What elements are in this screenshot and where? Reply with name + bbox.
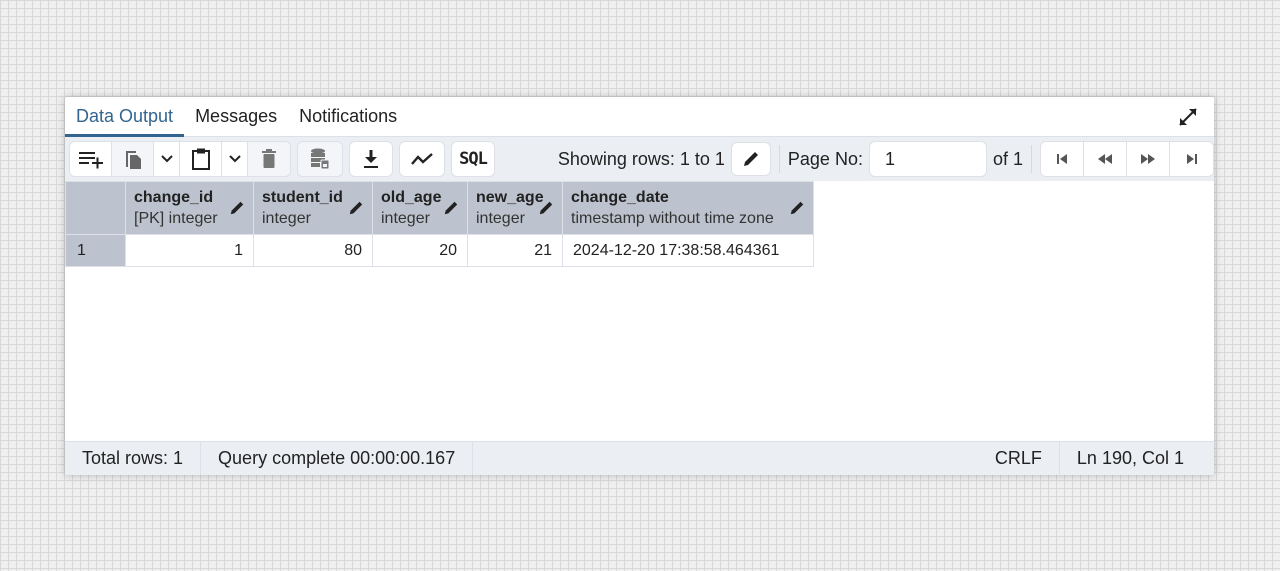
pencil-icon[interactable] — [538, 200, 554, 216]
showing-rows-text: Showing rows: 1 to 1 — [557, 148, 725, 169]
query-results-panel: Data Output Messages Notifications SQL S… — [65, 97, 1214, 475]
copy-icon — [125, 151, 141, 169]
graph-button-group — [399, 141, 445, 177]
trash-icon — [262, 149, 276, 168]
last-page-button[interactable] — [1170, 142, 1213, 176]
previous-page-button[interactable] — [1084, 142, 1127, 176]
first-page-icon — [1057, 154, 1067, 164]
results-tab-bar: Data Output Messages Notifications — [65, 97, 1214, 137]
column-header-change-id[interactable]: change_id [PK] integer — [125, 181, 254, 235]
tab-data-output[interactable]: Data Output — [65, 97, 185, 137]
pencil-icon[interactable] — [443, 200, 459, 216]
data-grid: change_id [PK] integer student_id intege… — [65, 181, 814, 267]
results-table: change_id [PK] integer student_id intege… — [65, 181, 814, 267]
chevron-down-icon — [160, 155, 173, 163]
expand-icon — [1179, 108, 1197, 126]
line-ending-status: CRLF — [978, 442, 1060, 475]
edit-rows-button[interactable] — [730, 142, 771, 176]
download-button-group — [349, 141, 393, 177]
sql-button[interactable]: SQL — [452, 142, 494, 176]
pencil-icon[interactable] — [229, 200, 245, 216]
next-page-button[interactable] — [1127, 142, 1170, 176]
chevron-down-icon — [228, 155, 241, 163]
download-button[interactable] — [350, 142, 392, 176]
column-header-new-age[interactable]: new_age integer — [467, 181, 563, 235]
column-name: change_date — [571, 188, 669, 206]
paste-options-button[interactable] — [222, 142, 248, 176]
cell-new-age[interactable]: 21 — [467, 234, 563, 267]
add-row-button[interactable] — [70, 142, 112, 176]
cell-change-id[interactable]: 1 — [125, 234, 254, 267]
toolbar-divider — [778, 145, 780, 173]
row-number-header[interactable] — [65, 181, 126, 235]
cursor-position-status: Ln 190, Col 1 — [1076, 448, 1184, 468]
column-header-old-age[interactable]: old_age integer — [372, 181, 468, 235]
line-chart-icon — [411, 153, 433, 165]
add-row-icon — [78, 152, 103, 169]
delete-button[interactable] — [248, 142, 290, 176]
results-toolbar: SQL Showing rows: 1 to 1 Page No: of 1 — [65, 137, 1214, 181]
last-page-icon — [1186, 154, 1197, 164]
status-bar: Total rows: 1 Query complete 00:00:00.16… — [65, 441, 1214, 475]
column-header-student-id[interactable]: student_id integer — [253, 181, 373, 235]
row-number-cell[interactable]: 1 — [65, 234, 126, 267]
copy-options-button[interactable] — [154, 142, 180, 176]
table-row: 1 1 80 20 21 2024-12-20 17:38:58.464361 — [65, 234, 814, 267]
header-row: change_id [PK] integer student_id intege… — [65, 181, 814, 235]
first-page-button[interactable] — [1041, 142, 1084, 176]
pencil-icon[interactable] — [348, 200, 364, 216]
page-count-text: of 1 — [992, 148, 1023, 169]
graph-visualiser-button[interactable] — [400, 142, 444, 176]
rewind-icon — [1098, 154, 1112, 164]
column-type: timestamp without time zone — [571, 209, 774, 227]
paste-icon — [191, 148, 210, 170]
pencil-icon[interactable] — [789, 200, 805, 216]
copy-button[interactable] — [112, 142, 154, 176]
tab-notifications[interactable]: Notifications — [288, 97, 408, 136]
pagination-button-group — [1040, 141, 1214, 177]
sql-button-group: SQL — [451, 141, 495, 177]
column-header-change-date[interactable]: change_date timestamp without time zone — [562, 181, 814, 235]
edit-button-group — [69, 141, 291, 177]
save-button-group — [297, 141, 343, 177]
pencil-icon — [743, 152, 758, 166]
fast-forward-icon — [1141, 154, 1155, 164]
download-icon — [364, 150, 378, 168]
save-data-button[interactable] — [298, 142, 342, 176]
sql-icon: SQL — [459, 149, 488, 169]
toolbar-divider — [1031, 145, 1032, 173]
cell-student-id[interactable]: 80 — [253, 234, 373, 267]
page-number-label: Page No: — [787, 148, 863, 169]
page-number-input[interactable] — [868, 141, 987, 177]
query-status: Query complete 00:00:00.167 — [201, 442, 474, 475]
database-save-icon — [311, 148, 330, 170]
paste-button[interactable] — [180, 142, 222, 176]
total-rows-status: Total rows: 1 — [65, 442, 202, 475]
cell-old-age[interactable]: 20 — [372, 234, 468, 267]
cell-change-date[interactable]: 2024-12-20 17:38:58.464361 — [562, 234, 814, 267]
tab-messages[interactable]: Messages — [184, 97, 288, 136]
expand-button[interactable] — [1176, 105, 1200, 129]
